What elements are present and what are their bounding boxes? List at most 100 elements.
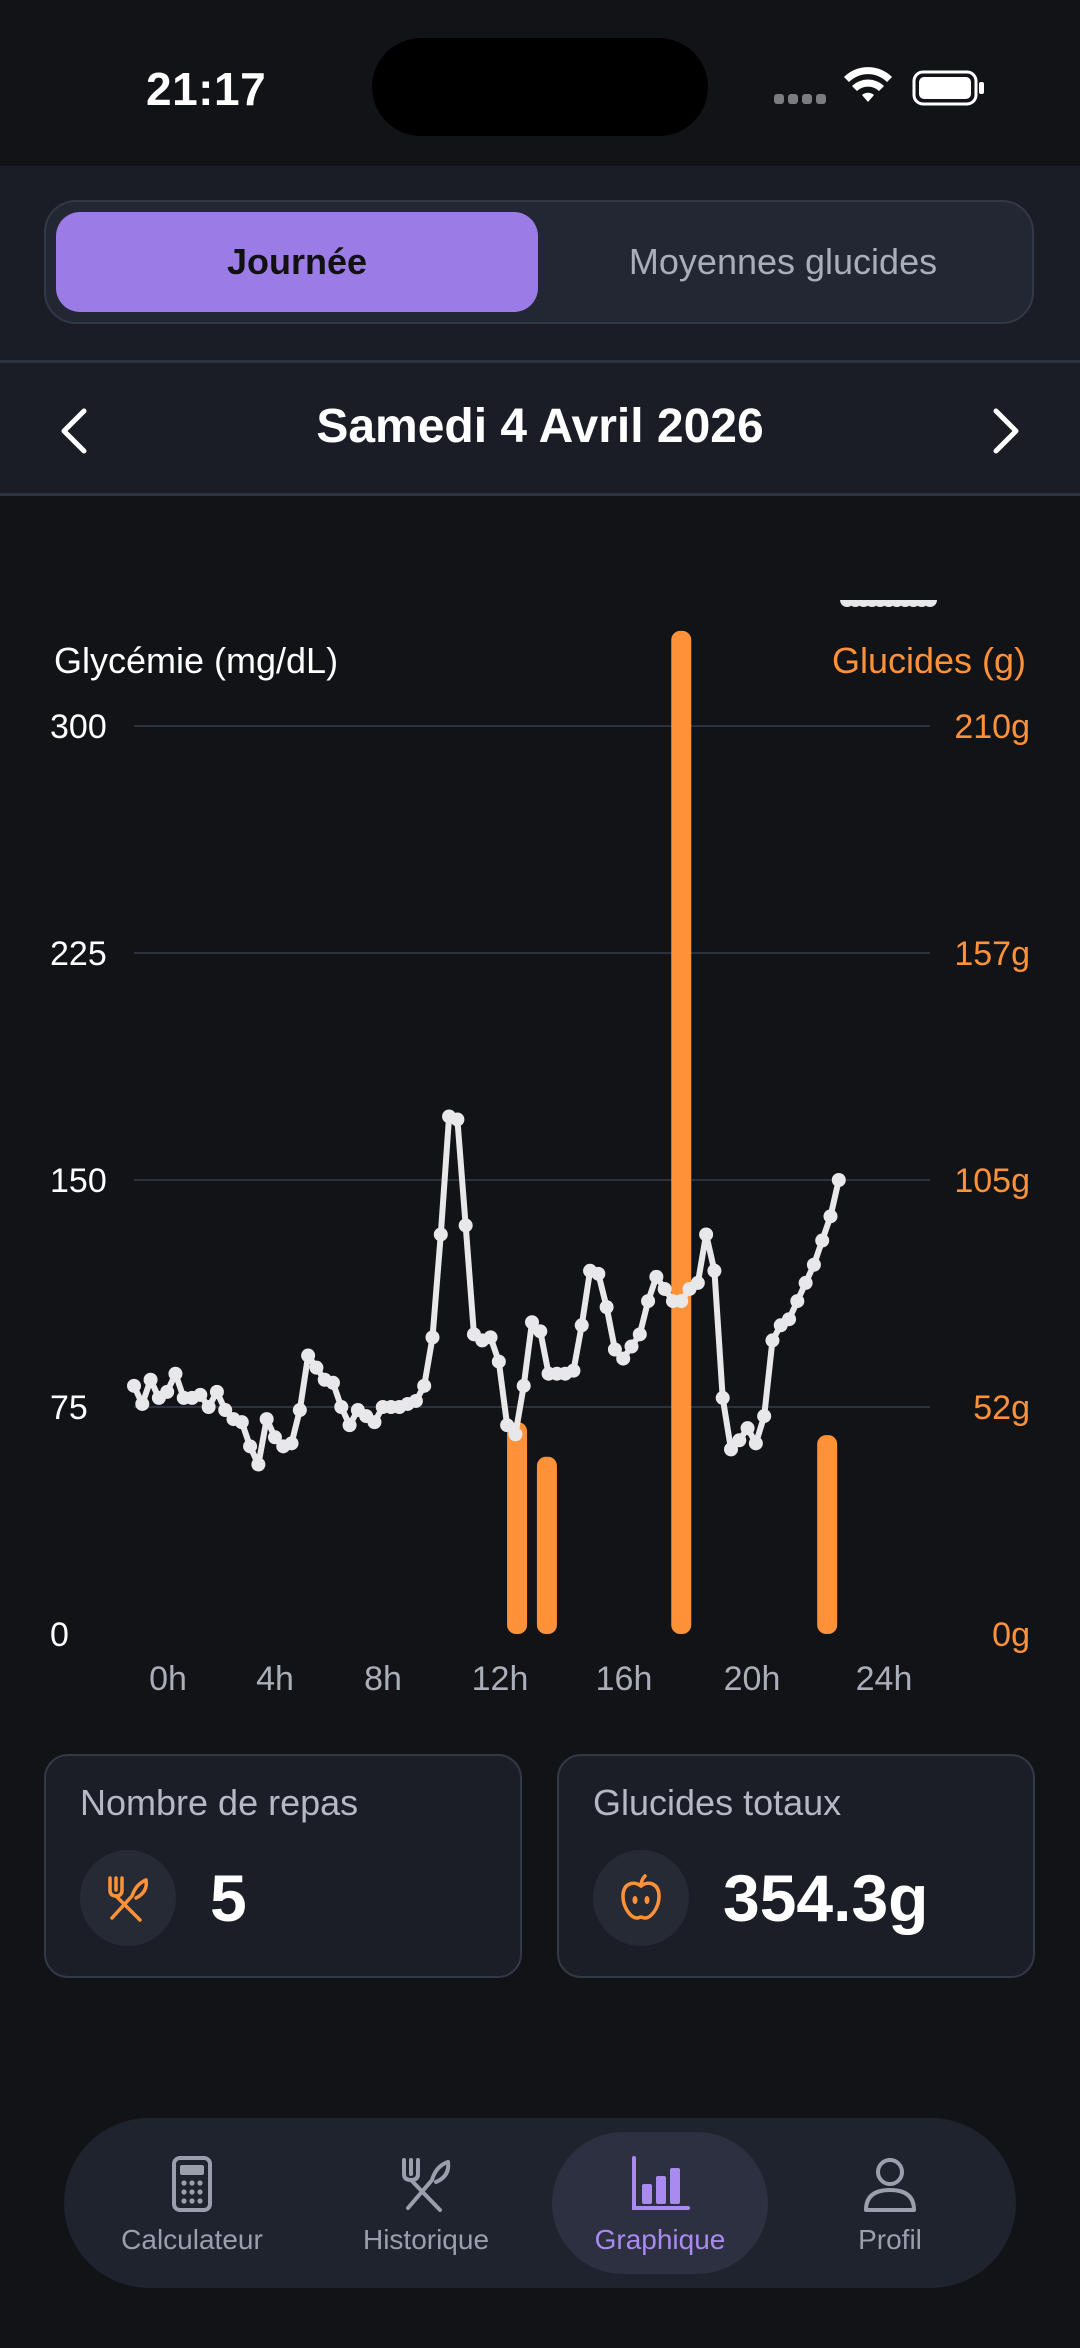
x-tick-label: 12h <box>472 1660 529 1698</box>
glucose-point <box>732 1433 747 1448</box>
cellular-signal-icon <box>774 94 826 106</box>
glucose-point <box>193 1387 208 1402</box>
carb-bar <box>536 1456 557 1634</box>
meal-count-title: Nombre de repas <box>80 1782 359 1823</box>
glucose-point <box>699 1227 714 1242</box>
wifi-icon <box>844 67 892 102</box>
y-tick-label-left: 300 <box>50 708 107 746</box>
glucose-point <box>201 1400 216 1414</box>
glucose-point <box>616 1351 631 1366</box>
glucose-point <box>508 1427 523 1442</box>
glucose-point <box>483 1330 498 1345</box>
battery-icon <box>912 70 984 106</box>
bottom-tab-bar: Calculateur Historique Graphique Profil <box>64 2118 1016 2288</box>
glucose-point <box>641 1294 656 1309</box>
meal-count-card: Nombre de repas 5 <box>44 1754 522 1978</box>
glucose-point <box>491 1354 506 1369</box>
glucose-point <box>408 1393 423 1408</box>
y-tick-label-left: 75 <box>50 1389 88 1427</box>
tab-historique[interactable]: Historique <box>318 2118 534 2288</box>
glucose-point <box>690 1275 705 1290</box>
glucose-point <box>301 1348 316 1363</box>
apple-icon <box>593 1850 689 1946</box>
glucose-point <box>143 1372 158 1387</box>
carb-bar <box>507 1422 528 1634</box>
y-tick-label-right: 0g <box>992 1616 1030 1654</box>
glucose-point <box>815 1233 830 1248</box>
date-title: Samedi 4 Avril 2026 <box>316 400 764 453</box>
total-carbs-title: Glucides totaux <box>593 1782 842 1823</box>
glucose-point <box>127 1378 141 1393</box>
status-time: 21:17 <box>146 63 267 115</box>
glucose-point <box>574 1318 589 1333</box>
glucose-point <box>417 1378 432 1393</box>
dynamic-island <box>372 38 708 136</box>
glucose-point <box>251 1457 266 1472</box>
glucose-point <box>740 1421 755 1436</box>
glucose-point <box>533 1324 548 1339</box>
glucose-point <box>748 1436 763 1451</box>
y-tick-label-left: 225 <box>50 935 107 973</box>
chevron-right-icon[interactable] <box>974 401 1034 461</box>
glucose-point <box>632 1327 647 1342</box>
tab-moyennes-glucides[interactable]: Moyennes glucides <box>542 212 1024 312</box>
tab-calculateur[interactable]: Calculateur <box>84 2118 300 2288</box>
date-navigation: Samedi 4 Avril 2026 <box>0 363 1080 496</box>
meal-count-value: 5 <box>210 1861 247 1935</box>
x-tick-label: 0h <box>149 1660 187 1698</box>
glucose-point <box>790 1294 805 1309</box>
glucose-point <box>599 1300 614 1315</box>
y-tick-label-left: 150 <box>50 1162 107 1200</box>
glucose-point <box>342 1418 357 1433</box>
total-carbs-card: Glucides totaux 354.3g <box>557 1754 1035 1978</box>
y-tick-label-right: 210g <box>954 708 1030 746</box>
glucose-point <box>284 1436 299 1451</box>
glucose-point <box>135 1396 150 1411</box>
glucose-point <box>782 1312 797 1327</box>
status-bar: 21:17 <box>0 0 1080 166</box>
glucose-line <box>131 1113 842 1468</box>
tab-graphique[interactable]: Graphique <box>552 2118 768 2288</box>
y-tick-label-right: 105g <box>954 1162 1030 1200</box>
tab-profil[interactable]: Profil <box>782 2118 998 2288</box>
view-switcher-area: Journée Moyennes glucides <box>0 166 1080 362</box>
fork-knife-icon <box>80 1850 176 1946</box>
glucose-point <box>326 1375 340 1390</box>
calculator-icon <box>172 2156 212 2212</box>
glucose-point <box>566 1363 581 1378</box>
glucose-point <box>757 1409 772 1424</box>
left-axis-label: Glycémie (mg/dL) <box>54 640 338 681</box>
tab-journee[interactable]: Journée <box>56 212 538 312</box>
glucose-carbs-chart: Glycémie (mg/dL) Glucides (g) 300 225 150 7… <box>0 600 1080 1700</box>
tab-label-profil: Profil <box>858 2224 922 2255</box>
glucose-point <box>458 1218 473 1233</box>
carb-bar <box>671 630 692 1634</box>
glucose-point <box>831 1173 846 1187</box>
glucose-point <box>591 1266 606 1281</box>
x-tick-label: 20h <box>724 1660 781 1698</box>
x-tick-label: 16h <box>596 1660 653 1698</box>
glucose-point <box>765 1333 780 1348</box>
carb-bar <box>817 1435 838 1634</box>
glucose-point <box>823 1209 838 1224</box>
bar-chart-icon <box>632 2156 690 2210</box>
glucose-point <box>209 1384 224 1399</box>
glucose-point <box>798 1275 813 1290</box>
glucose-point <box>433 1227 448 1242</box>
person-icon <box>864 2158 916 2212</box>
tab-label-historique: Historique <box>362 2224 490 2255</box>
glucose-point <box>715 1390 730 1405</box>
glucose-point <box>425 1330 440 1345</box>
segmented-control: Journée Moyennes glucides <box>44 200 1034 324</box>
right-axis-label: Glucides (g) <box>832 640 1026 681</box>
y-tick-label-right: 157g <box>954 935 1030 973</box>
glucose-point <box>516 1378 531 1393</box>
glucose-point <box>624 1339 639 1354</box>
glucose-point <box>450 1112 465 1127</box>
glucose-point <box>234 1415 249 1430</box>
fork-knife-icon <box>402 2158 451 2212</box>
glucose-point <box>309 1360 324 1375</box>
glucose-point <box>160 1384 175 1399</box>
x-tick-label: 4h <box>256 1660 294 1698</box>
x-tick-label: 24h <box>856 1660 913 1698</box>
